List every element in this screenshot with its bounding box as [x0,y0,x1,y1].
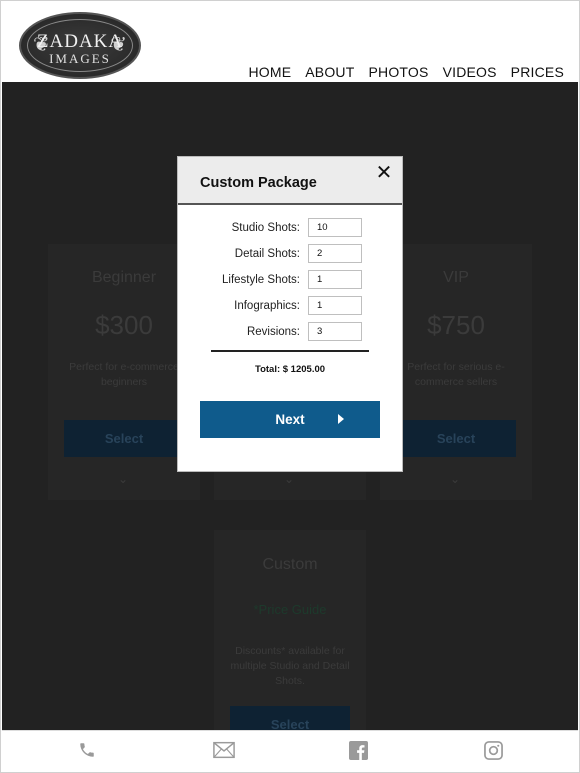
field-label: Infographics: [234,299,300,312]
nav-home[interactable]: HOME [248,64,291,80]
field-label: Detail Shots: [234,247,300,260]
mail-icon[interactable] [213,741,235,761]
chevron-down-icon[interactable]: ⌄ [284,472,294,486]
chevron-down-icon[interactable]: ⌄ [118,472,128,486]
field-revisions: Revisions: [247,322,362,341]
select-button[interactable]: Select [230,706,350,730]
logo[interactable]: ❦ ❦ ZADAKA IMAGES [19,12,141,79]
select-button[interactable]: Select [64,420,184,457]
site-header: ❦ ❦ ZADAKA IMAGES HOME ABOUT PHOTOS VIDE… [2,2,578,82]
footer-bar [2,730,578,771]
lifestyle-shots-input[interactable] [308,270,362,289]
field-label: Studio Shots: [231,221,300,234]
nav-prices[interactable]: PRICES [511,64,564,80]
custom-package-modal: Custom Package ✕ Studio Shots: Detail Sh… [177,156,403,472]
field-studio-shots: Studio Shots: [232,218,362,237]
close-icon[interactable]: ✕ [374,163,394,183]
studio-shots-input[interactable] [308,218,362,237]
divider [211,350,369,352]
card-description: Perfect for e-commerce beginners [69,361,179,388]
nav-photos[interactable]: PHOTOS [368,64,428,80]
infographics-input[interactable] [308,296,362,315]
modal-title: Custom Package [200,175,317,191]
detail-shots-input[interactable] [308,244,362,263]
phone-icon[interactable] [78,741,98,761]
card-description: Perfect for serious e-commerce sellers [407,361,505,388]
field-infographics: Infographics: [234,296,362,315]
pricing-card-custom: Custom *Price Guide Discounts* available… [214,530,366,730]
total-price: Total: $ 1205.00 [254,364,326,375]
modal-header: Custom Package ✕ [178,157,402,205]
logo-text-line1: ZADAKA [36,31,124,52]
select-button[interactable]: Select [396,420,516,457]
nav-about[interactable]: ABOUT [305,64,354,80]
play-arrow-icon [338,414,344,424]
field-lifestyle-shots: Lifestyle Shots: [222,270,362,289]
field-label: Revisions: [246,325,300,338]
chevron-down-icon[interactable]: ⌄ [450,472,460,486]
field-detail-shots: Detail Shots: [235,244,362,263]
next-button[interactable]: Next [200,401,380,438]
facebook-icon[interactable] [349,741,369,761]
nav-videos[interactable]: VIDEOS [443,64,497,80]
logo-text-line2: IMAGES [49,51,111,66]
instagram-icon[interactable] [484,741,504,761]
next-button-label: Next [275,412,305,427]
card-title: Custom [262,556,318,573]
field-label: Lifestyle Shots: [222,273,300,286]
main-nav: HOME ABOUT PHOTOS VIDEOS PRICES [248,64,564,80]
card-price-guide: *Price Guide [253,602,327,617]
card-description: Discounts* available for multiple Studio… [230,645,350,687]
revisions-input[interactable] [308,322,362,341]
